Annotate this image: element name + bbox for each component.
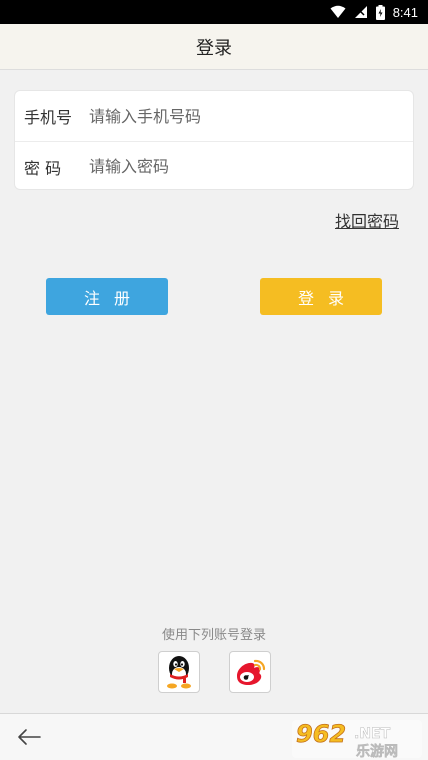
back-arrow-icon[interactable] <box>16 724 42 750</box>
watermark-brand: 乐游网 <box>356 743 398 760</box>
weibo-login-button[interactable] <box>229 651 271 693</box>
phone-row: 手机号 <box>15 91 413 141</box>
third-party-login-label: 使用下列账号登录 <box>161 628 266 643</box>
watermark-number: 962 <box>296 720 346 748</box>
status-time: 8:41 <box>392 4 418 20</box>
page-title: 登录 <box>196 37 232 59</box>
qq-login-button[interactable] <box>158 651 200 693</box>
qq-icon <box>167 656 191 689</box>
weibo-icon <box>237 659 266 685</box>
wifi-icon <box>330 5 346 18</box>
forgot-password-link[interactable]: 找回密码 <box>335 208 399 232</box>
login-form: 手机号 密 码 <box>14 90 414 190</box>
login-button[interactable]: 登录 <box>260 278 382 315</box>
register-button[interactable]: 注册 <box>46 278 168 315</box>
site-watermark: 962 .NET 乐游网 <box>292 720 422 760</box>
status-bar: 8:41 <box>0 0 428 24</box>
bottom-navigation-bar: 962 .NET 乐游网 <box>0 713 428 760</box>
battery-icon <box>375 4 385 20</box>
signal-icon <box>354 6 367 18</box>
app-header: 登录 <box>0 24 428 70</box>
password-input[interactable] <box>89 146 413 187</box>
password-label: 密 码 <box>24 158 62 178</box>
watermark-domain: .NET <box>354 726 391 742</box>
password-row: 密 码 <box>15 141 413 189</box>
phone-label: 手机号 <box>24 108 73 127</box>
phone-input[interactable] <box>89 96 413 136</box>
